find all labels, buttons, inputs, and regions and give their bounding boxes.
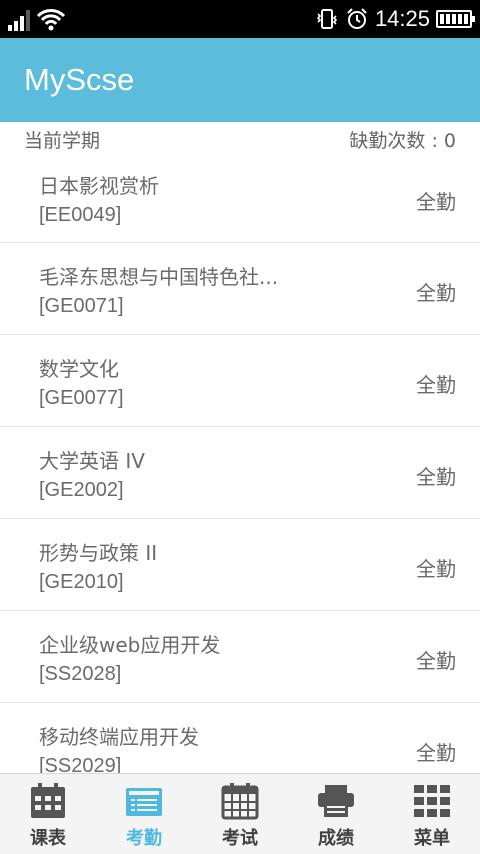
course-code: [SS2029] <box>39 755 122 773</box>
alarm-icon <box>347 8 367 29</box>
nav-item-timetable[interactable]: 课表 <box>0 774 96 854</box>
course-list[interactable]: 日本影视赏析 [EE0049] 全勤 毛泽东思想与中国特色社... [GE007… <box>0 156 480 773</box>
attendance-status: 全勤 <box>416 741 456 765</box>
course-name: 形势与政策 II <box>39 541 158 565</box>
nav-label: 课表 <box>30 828 66 849</box>
exam-calendar-icon <box>221 783 259 820</box>
attendance-list-icon <box>126 788 162 816</box>
attendance-status: 全勤 <box>416 373 456 397</box>
nav-item-exam[interactable]: 考试 <box>192 774 288 854</box>
course-code: [GE0077] <box>39 387 124 409</box>
absence-count: 缺勤次数 : 0 <box>349 130 456 152</box>
nav-item-menu[interactable]: 菜单 <box>384 774 480 854</box>
wifi-icon <box>36 9 66 31</box>
status-left <box>8 7 66 31</box>
course-item[interactable]: 企业级web应用开发 [SS2028] 全勤 <box>0 611 480 703</box>
nav-label: 考勤 <box>126 828 162 849</box>
nav-label: 考试 <box>222 828 258 849</box>
attendance-status: 全勤 <box>416 649 456 673</box>
course-code: [GE2010] <box>39 571 124 593</box>
course-name: 毛泽东思想与中国特色社... <box>39 265 279 289</box>
semester-summary: 当前学期 缺勤次数 : 0 <box>0 122 480 156</box>
nav-label: 成绩 <box>318 828 354 849</box>
course-name: 移动终端应用开发 <box>39 725 199 749</box>
semester-label: 当前学期 <box>24 130 101 152</box>
attendance-status: 全勤 <box>416 465 456 489</box>
nav-label: 菜单 <box>414 828 450 849</box>
course-item[interactable]: 日本影视赏析 [EE0049] 全勤 <box>0 156 480 243</box>
attendance-status: 全勤 <box>416 557 456 581</box>
vibrate-icon <box>316 9 338 29</box>
course-code: [SS2028] <box>39 663 122 685</box>
signal-icon <box>8 9 30 31</box>
calendar-grid-icon <box>31 783 65 818</box>
status-time: 14:25 <box>374 6 430 31</box>
course-name: 大学英语 IV <box>39 449 145 473</box>
battery-icon <box>436 10 475 28</box>
printer-icon <box>318 785 354 817</box>
status-right: 14:25 <box>315 5 475 33</box>
app-bar: MyScse <box>0 38 480 122</box>
course-item[interactable]: 移动终端应用开发 [SS2029] 全勤 <box>0 703 480 773</box>
bottom-nav: 课表 考勤 考试 成绩 菜单 <box>0 773 480 854</box>
course-code: [GE0071] <box>39 295 124 317</box>
app-title: MyScse <box>24 62 135 97</box>
nav-item-attendance[interactable]: 考勤 <box>96 774 192 854</box>
course-name: 企业级web应用开发 <box>39 633 221 657</box>
course-code: [GE2002] <box>39 479 124 501</box>
attendance-status: 全勤 <box>416 281 456 305</box>
course-name: 日本影视赏析 <box>39 174 159 198</box>
course-item[interactable]: 大学英语 IV [GE2002] 全勤 <box>0 427 480 519</box>
grid-menu-icon <box>414 785 450 817</box>
status-bar: 14:25 <box>0 0 480 38</box>
course-name: 数学文化 <box>39 357 119 381</box>
nav-item-grades[interactable]: 成绩 <box>288 774 384 854</box>
course-item[interactable]: 形势与政策 II [GE2010] 全勤 <box>0 519 480 611</box>
attendance-status: 全勤 <box>416 190 456 214</box>
course-item[interactable]: 毛泽东思想与中国特色社... [GE0071] 全勤 <box>0 243 480 335</box>
course-code: [EE0049] <box>39 204 122 226</box>
course-item[interactable]: 数学文化 [GE0077] 全勤 <box>0 335 480 427</box>
